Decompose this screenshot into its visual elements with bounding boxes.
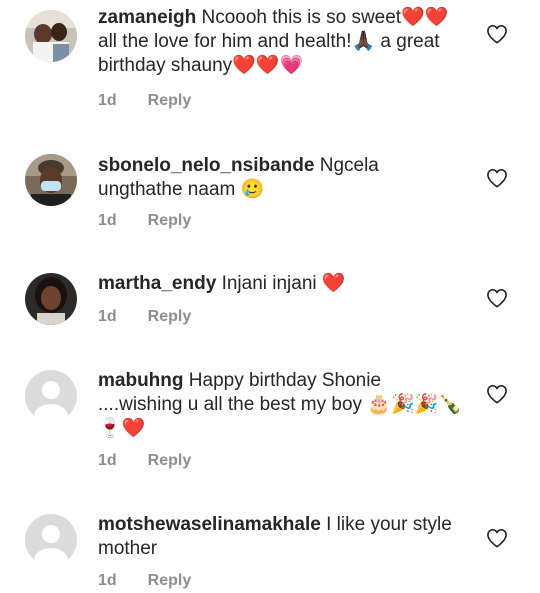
comment-time: 1d [98,452,117,469]
avatar[interactable] [25,370,77,422]
heart-icon[interactable] [486,528,508,548]
heart-icon[interactable] [486,288,508,308]
comment-text: motshewaselinamakhale I like your style … [98,513,468,561]
comment-body: Injani injani ❤️ [221,273,346,294]
comment-time: 1d [98,308,117,325]
comment-text: mabuhng Happy birthday Shonie ....wishin… [98,369,468,441]
comment-meta: 1d Reply [98,572,191,590]
comment-username[interactable]: sbonelo_nelo_nsibande [98,155,314,176]
comment-text: martha_endy Injani injani ❤️ [98,272,468,296]
comment-meta: 1d Reply [98,92,191,110]
comment-username[interactable]: zamaneigh [98,7,196,28]
comment-text: sbonelo_nelo_nsibande Ngcela ungthathe n… [98,154,468,202]
comment-meta: 1d Reply [98,212,191,230]
avatar[interactable] [25,273,77,325]
comment-time: 1d [98,92,117,109]
comment-time: 1d [98,572,117,589]
reply-button[interactable]: Reply [148,92,192,109]
heart-icon[interactable] [486,384,508,404]
reply-button[interactable]: Reply [148,452,192,469]
avatar[interactable] [25,10,77,62]
comment-username[interactable]: martha_endy [98,273,216,294]
comment-meta: 1d Reply [98,308,191,326]
avatar[interactable] [25,154,77,206]
comment-meta: 1d Reply [98,452,191,470]
avatar[interactable] [25,514,77,566]
heart-icon[interactable] [486,168,508,188]
comment-username[interactable]: mabuhng [98,370,184,391]
comment-username[interactable]: motshewaselinamakhale [98,514,321,535]
heart-icon[interactable] [486,24,508,44]
reply-button[interactable]: Reply [148,572,192,589]
reply-button[interactable]: Reply [148,212,192,229]
comment-time: 1d [98,212,117,229]
comment-text: zamaneigh Ncoooh this is so sweet❤️❤️ al… [98,6,468,78]
reply-button[interactable]: Reply [148,308,192,325]
